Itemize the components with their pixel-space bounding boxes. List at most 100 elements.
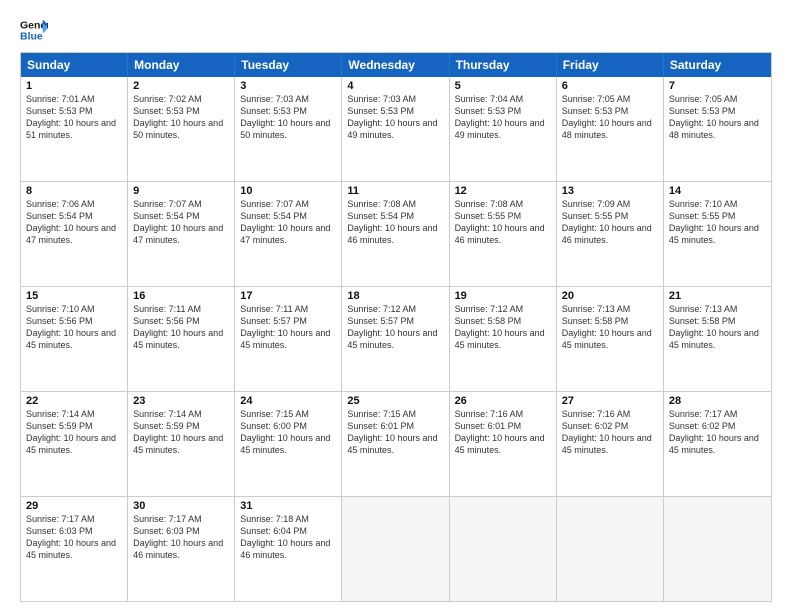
calendar-cell: 9Sunrise: 7:07 AM Sunset: 5:54 PM Daylig… (128, 182, 235, 286)
cell-info: Sunrise: 7:16 AM Sunset: 6:01 PM Dayligh… (455, 408, 551, 457)
calendar-cell: 14Sunrise: 7:10 AM Sunset: 5:55 PM Dayli… (664, 182, 771, 286)
cell-info: Sunrise: 7:15 AM Sunset: 6:01 PM Dayligh… (347, 408, 443, 457)
calendar-cell (450, 497, 557, 601)
day-number: 9 (133, 185, 229, 197)
calendar-cell (557, 497, 664, 601)
calendar-cell: 30Sunrise: 7:17 AM Sunset: 6:03 PM Dayli… (128, 497, 235, 601)
day-number: 31 (240, 500, 336, 512)
calendar-week-5: 29Sunrise: 7:17 AM Sunset: 6:03 PM Dayli… (21, 496, 771, 601)
calendar-cell: 6Sunrise: 7:05 AM Sunset: 5:53 PM Daylig… (557, 77, 664, 181)
calendar-week-2: 8Sunrise: 7:06 AM Sunset: 5:54 PM Daylig… (21, 181, 771, 286)
calendar-cell: 2Sunrise: 7:02 AM Sunset: 5:53 PM Daylig… (128, 77, 235, 181)
calendar-week-3: 15Sunrise: 7:10 AM Sunset: 5:56 PM Dayli… (21, 286, 771, 391)
calendar-cell: 25Sunrise: 7:15 AM Sunset: 6:01 PM Dayli… (342, 392, 449, 496)
cell-info: Sunrise: 7:12 AM Sunset: 5:58 PM Dayligh… (455, 303, 551, 352)
calendar-cell: 7Sunrise: 7:05 AM Sunset: 5:53 PM Daylig… (664, 77, 771, 181)
day-number: 15 (26, 290, 122, 302)
day-header-thursday: Thursday (450, 53, 557, 77)
cell-info: Sunrise: 7:09 AM Sunset: 5:55 PM Dayligh… (562, 198, 658, 247)
day-number: 22 (26, 395, 122, 407)
logo: General Blue (20, 16, 48, 44)
cell-info: Sunrise: 7:16 AM Sunset: 6:02 PM Dayligh… (562, 408, 658, 457)
day-number: 6 (562, 80, 658, 92)
cell-info: Sunrise: 7:17 AM Sunset: 6:02 PM Dayligh… (669, 408, 766, 457)
cell-info: Sunrise: 7:15 AM Sunset: 6:00 PM Dayligh… (240, 408, 336, 457)
cell-info: Sunrise: 7:02 AM Sunset: 5:53 PM Dayligh… (133, 93, 229, 142)
cell-info: Sunrise: 7:06 AM Sunset: 5:54 PM Dayligh… (26, 198, 122, 247)
day-number: 13 (562, 185, 658, 197)
calendar-cell: 20Sunrise: 7:13 AM Sunset: 5:58 PM Dayli… (557, 287, 664, 391)
cell-info: Sunrise: 7:08 AM Sunset: 5:54 PM Dayligh… (347, 198, 443, 247)
calendar-cell: 19Sunrise: 7:12 AM Sunset: 5:58 PM Dayli… (450, 287, 557, 391)
cell-info: Sunrise: 7:07 AM Sunset: 5:54 PM Dayligh… (133, 198, 229, 247)
cell-info: Sunrise: 7:13 AM Sunset: 5:58 PM Dayligh… (669, 303, 766, 352)
cell-info: Sunrise: 7:04 AM Sunset: 5:53 PM Dayligh… (455, 93, 551, 142)
day-number: 21 (669, 290, 766, 302)
cell-info: Sunrise: 7:11 AM Sunset: 5:56 PM Dayligh… (133, 303, 229, 352)
day-number: 20 (562, 290, 658, 302)
cell-info: Sunrise: 7:03 AM Sunset: 5:53 PM Dayligh… (347, 93, 443, 142)
calendar-cell: 15Sunrise: 7:10 AM Sunset: 5:56 PM Dayli… (21, 287, 128, 391)
calendar-cell: 22Sunrise: 7:14 AM Sunset: 5:59 PM Dayli… (21, 392, 128, 496)
day-number: 14 (669, 185, 766, 197)
day-header-saturday: Saturday (664, 53, 771, 77)
calendar-cell: 5Sunrise: 7:04 AM Sunset: 5:53 PM Daylig… (450, 77, 557, 181)
day-header-tuesday: Tuesday (235, 53, 342, 77)
day-number: 29 (26, 500, 122, 512)
calendar-cell: 31Sunrise: 7:18 AM Sunset: 6:04 PM Dayli… (235, 497, 342, 601)
day-number: 25 (347, 395, 443, 407)
day-header-sunday: Sunday (21, 53, 128, 77)
calendar-cell: 24Sunrise: 7:15 AM Sunset: 6:00 PM Dayli… (235, 392, 342, 496)
calendar-cell: 11Sunrise: 7:08 AM Sunset: 5:54 PM Dayli… (342, 182, 449, 286)
cell-info: Sunrise: 7:03 AM Sunset: 5:53 PM Dayligh… (240, 93, 336, 142)
day-number: 27 (562, 395, 658, 407)
calendar-cell: 29Sunrise: 7:17 AM Sunset: 6:03 PM Dayli… (21, 497, 128, 601)
calendar-cell: 16Sunrise: 7:11 AM Sunset: 5:56 PM Dayli… (128, 287, 235, 391)
calendar-cell: 1Sunrise: 7:01 AM Sunset: 5:53 PM Daylig… (21, 77, 128, 181)
cell-info: Sunrise: 7:17 AM Sunset: 6:03 PM Dayligh… (26, 513, 122, 562)
header: General Blue (20, 16, 772, 44)
calendar-cell: 10Sunrise: 7:07 AM Sunset: 5:54 PM Dayli… (235, 182, 342, 286)
day-number: 11 (347, 185, 443, 197)
calendar-cell: 13Sunrise: 7:09 AM Sunset: 5:55 PM Dayli… (557, 182, 664, 286)
cell-info: Sunrise: 7:11 AM Sunset: 5:57 PM Dayligh… (240, 303, 336, 352)
calendar-cell (664, 497, 771, 601)
day-number: 19 (455, 290, 551, 302)
calendar-cell: 4Sunrise: 7:03 AM Sunset: 5:53 PM Daylig… (342, 77, 449, 181)
cell-info: Sunrise: 7:18 AM Sunset: 6:04 PM Dayligh… (240, 513, 336, 562)
calendar-cell: 27Sunrise: 7:16 AM Sunset: 6:02 PM Dayli… (557, 392, 664, 496)
day-header-friday: Friday (557, 53, 664, 77)
day-number: 3 (240, 80, 336, 92)
day-number: 24 (240, 395, 336, 407)
calendar-header: SundayMondayTuesdayWednesdayThursdayFrid… (21, 53, 771, 77)
day-number: 26 (455, 395, 551, 407)
svg-text:Blue: Blue (20, 31, 43, 43)
day-number: 10 (240, 185, 336, 197)
logo-icon: General Blue (20, 16, 48, 44)
cell-info: Sunrise: 7:13 AM Sunset: 5:58 PM Dayligh… (562, 303, 658, 352)
cell-info: Sunrise: 7:14 AM Sunset: 5:59 PM Dayligh… (133, 408, 229, 457)
calendar-cell (342, 497, 449, 601)
day-number: 7 (669, 80, 766, 92)
day-number: 8 (26, 185, 122, 197)
calendar-body: 1Sunrise: 7:01 AM Sunset: 5:53 PM Daylig… (21, 77, 771, 601)
calendar-cell: 21Sunrise: 7:13 AM Sunset: 5:58 PM Dayli… (664, 287, 771, 391)
day-number: 18 (347, 290, 443, 302)
calendar-cell: 28Sunrise: 7:17 AM Sunset: 6:02 PM Dayli… (664, 392, 771, 496)
day-number: 4 (347, 80, 443, 92)
day-header-wednesday: Wednesday (342, 53, 449, 77)
day-number: 30 (133, 500, 229, 512)
cell-info: Sunrise: 7:14 AM Sunset: 5:59 PM Dayligh… (26, 408, 122, 457)
cell-info: Sunrise: 7:08 AM Sunset: 5:55 PM Dayligh… (455, 198, 551, 247)
day-number: 28 (669, 395, 766, 407)
cell-info: Sunrise: 7:07 AM Sunset: 5:54 PM Dayligh… (240, 198, 336, 247)
day-number: 16 (133, 290, 229, 302)
calendar: SundayMondayTuesdayWednesdayThursdayFrid… (20, 52, 772, 602)
cell-info: Sunrise: 7:10 AM Sunset: 5:56 PM Dayligh… (26, 303, 122, 352)
cell-info: Sunrise: 7:12 AM Sunset: 5:57 PM Dayligh… (347, 303, 443, 352)
page: General Blue SundayMondayTuesdayWednesda… (0, 0, 792, 612)
day-header-monday: Monday (128, 53, 235, 77)
calendar-cell: 8Sunrise: 7:06 AM Sunset: 5:54 PM Daylig… (21, 182, 128, 286)
calendar-cell: 12Sunrise: 7:08 AM Sunset: 5:55 PM Dayli… (450, 182, 557, 286)
cell-info: Sunrise: 7:05 AM Sunset: 5:53 PM Dayligh… (669, 93, 766, 142)
